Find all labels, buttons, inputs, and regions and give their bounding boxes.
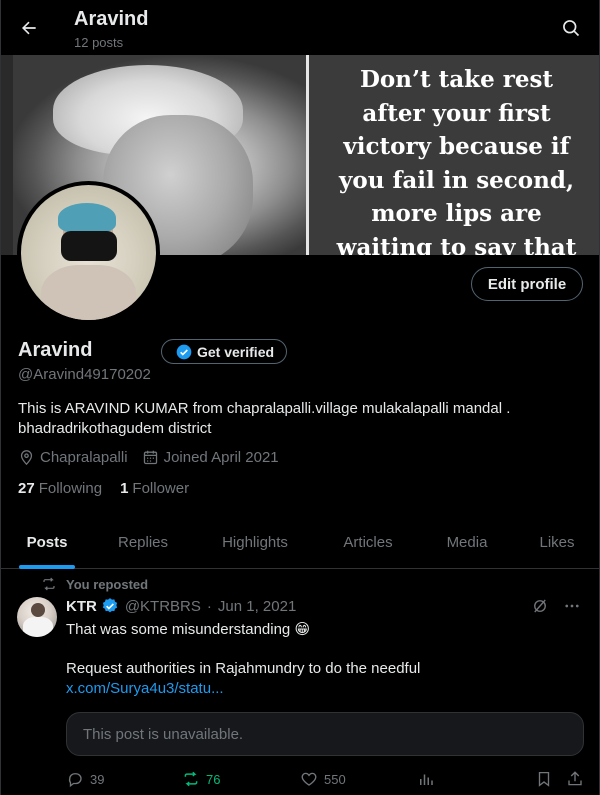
tab-media[interactable]: Media bbox=[419, 516, 515, 569]
share-icon bbox=[568, 771, 582, 786]
quoted-post-unavailable: This post is unavailable. bbox=[66, 712, 584, 756]
post-author-handle[interactable]: @KTRBRS bbox=[125, 598, 201, 615]
profile-page: Aravind 12 posts Don’t take rest after y… bbox=[0, 0, 600, 795]
profile-bio: This is ARAVIND KUMAR from chapralapalli… bbox=[18, 399, 578, 439]
profile-name: Aravind bbox=[18, 339, 93, 361]
quote-line: Don’t take rest bbox=[359, 66, 554, 93]
post-date[interactable]: Jun 1, 2021 bbox=[218, 598, 296, 615]
quote-line: you fail in second, bbox=[339, 166, 574, 194]
get-verified-label: Get verified bbox=[197, 343, 275, 360]
bio-line: This is ARAVIND KUMAR from chapralapalli… bbox=[18, 400, 511, 417]
post-text-line: Request authorities in Rajahmundry to do… bbox=[66, 660, 421, 677]
repost-count: 76 bbox=[206, 771, 221, 787]
post-tools bbox=[531, 597, 581, 615]
avatar-image bbox=[21, 185, 156, 320]
tab-likes[interactable]: Likes bbox=[515, 516, 599, 569]
search-icon bbox=[563, 20, 580, 37]
banner-quote: Don’t take rest after your first victory… bbox=[309, 63, 599, 256]
bio-line: bhadradrikothagudem district bbox=[18, 420, 212, 437]
back-button[interactable] bbox=[13, 12, 45, 44]
post-header: KTR @KTRBRS · Jun 1, 2021 bbox=[66, 597, 296, 615]
followers-count: 1 bbox=[120, 480, 129, 497]
location: Chapralapalli bbox=[18, 449, 128, 466]
tab-articles[interactable]: Articles bbox=[317, 516, 419, 569]
profile-meta: Chapralapalli Joined April 2021 bbox=[18, 449, 293, 466]
verified-badge-icon bbox=[102, 598, 117, 613]
repost-icon bbox=[43, 577, 55, 591]
more-options-icon[interactable] bbox=[563, 597, 581, 615]
bookmark-button[interactable] bbox=[535, 768, 553, 790]
post-avatar-head bbox=[31, 603, 45, 617]
avatar-body bbox=[41, 265, 136, 320]
avatar-mask bbox=[61, 231, 117, 261]
profile-handle: @Aravind49170202 bbox=[18, 366, 151, 383]
post-author-avatar[interactable] bbox=[17, 597, 57, 637]
reply-icon bbox=[68, 773, 82, 788]
post-avatar-body bbox=[23, 617, 53, 637]
post-actions: 39 76 550 bbox=[66, 768, 586, 792]
follow-stats: 27 Following 1 Follower bbox=[18, 480, 207, 497]
repost-label: You reposted bbox=[66, 576, 149, 592]
following-link[interactable]: 27 Following bbox=[18, 480, 102, 497]
banner-quote-panel: Don’t take rest after your first victory… bbox=[306, 55, 599, 256]
post-author-name[interactable]: KTR bbox=[66, 598, 97, 615]
repost-indicator: You reposted bbox=[41, 576, 148, 592]
avatar-cap bbox=[58, 203, 116, 233]
quote-line: waiting to say that bbox=[336, 233, 577, 256]
repost-button[interactable]: 76 bbox=[182, 768, 220, 790]
like-count: 550 bbox=[324, 771, 346, 787]
join-date: Joined April 2021 bbox=[142, 449, 279, 466]
followers-link[interactable]: 1 Follower bbox=[120, 480, 189, 497]
views-button[interactable] bbox=[417, 768, 435, 790]
tab-highlights[interactable]: Highlights bbox=[193, 516, 317, 569]
get-verified-button[interactable]: Get verified bbox=[161, 339, 287, 364]
quote-line: more lips are bbox=[371, 200, 542, 227]
top-bar: Aravind 12 posts bbox=[1, 0, 599, 55]
grok-icon[interactable] bbox=[531, 597, 549, 615]
reply-count: 39 bbox=[90, 771, 105, 787]
post-separator: · bbox=[206, 597, 212, 615]
verified-badge-icon bbox=[176, 344, 192, 359]
post-text-line: That was some misunderstanding 😁 bbox=[66, 621, 311, 638]
avatar[interactable] bbox=[17, 181, 160, 324]
edit-profile-button[interactable]: Edit profile bbox=[471, 267, 583, 301]
post-text-spacer bbox=[66, 640, 581, 659]
following-count: 27 bbox=[18, 480, 35, 497]
location-pin-icon bbox=[20, 450, 33, 466]
join-date-text: Joined April 2021 bbox=[163, 449, 279, 466]
share-button[interactable] bbox=[566, 768, 584, 790]
tab-posts[interactable]: Posts bbox=[1, 516, 93, 569]
analytics-icon bbox=[420, 774, 433, 785]
post-text: That was some misunderstanding 😁 Request… bbox=[66, 620, 581, 699]
profile-tabs: Posts Replies Highlights Articles Media … bbox=[1, 516, 599, 569]
repost-icon bbox=[184, 771, 198, 787]
following-label: Following bbox=[38, 480, 103, 497]
like-button[interactable]: 550 bbox=[300, 768, 346, 790]
header-title: Aravind bbox=[74, 8, 149, 30]
bookmark-icon bbox=[538, 771, 550, 787]
search-button[interactable] bbox=[557, 14, 585, 42]
location-text: Chapralapalli bbox=[40, 449, 128, 466]
post-link[interactable]: x.com/Surya4u3/statu... bbox=[66, 679, 581, 699]
quote-line: victory because if bbox=[343, 133, 570, 160]
followers-label: Follower bbox=[132, 480, 190, 497]
header-post-count: 12 posts bbox=[74, 35, 124, 50]
calendar-icon bbox=[143, 450, 157, 465]
reply-button[interactable]: 39 bbox=[66, 768, 104, 790]
arrow-left-icon bbox=[22, 21, 36, 35]
quote-line: after your first bbox=[362, 99, 551, 127]
heart-icon bbox=[301, 772, 317, 786]
tab-replies[interactable]: Replies bbox=[93, 516, 193, 569]
